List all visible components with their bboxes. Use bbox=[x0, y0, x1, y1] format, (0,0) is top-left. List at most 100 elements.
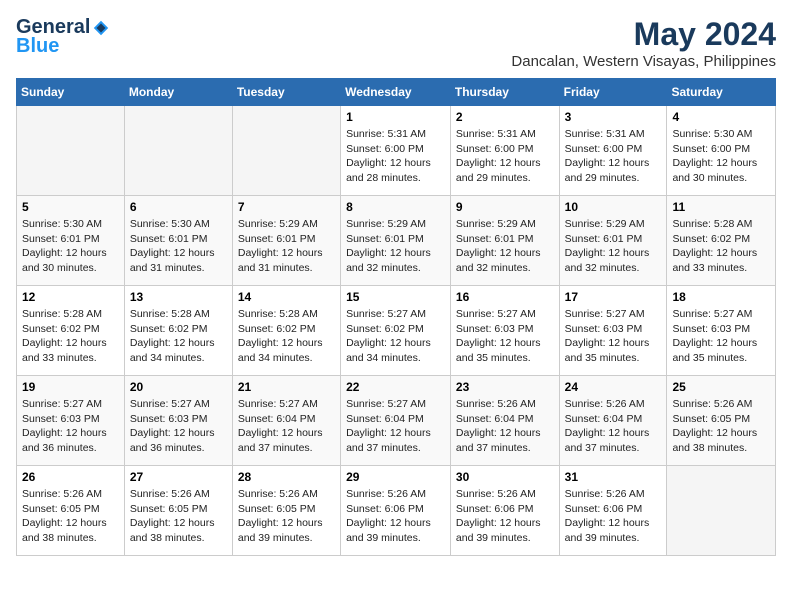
calendar-header-monday: Monday bbox=[124, 79, 232, 106]
day-info: Sunrise: 5:28 AM Sunset: 6:02 PM Dayligh… bbox=[130, 307, 227, 366]
day-info: Sunrise: 5:31 AM Sunset: 6:00 PM Dayligh… bbox=[456, 127, 554, 186]
day-number: 12 bbox=[22, 290, 119, 304]
calendar-cell: 22 Sunrise: 5:27 AM Sunset: 6:04 PM Dayli… bbox=[341, 376, 451, 466]
day-info: Sunrise: 5:26 AM Sunset: 6:06 PM Dayligh… bbox=[565, 487, 662, 546]
day-info: Sunrise: 5:29 AM Sunset: 6:01 PM Dayligh… bbox=[456, 217, 554, 276]
calendar-cell: 13Sunrise: 5:28 AM Sunset: 6:02 PM Dayli… bbox=[124, 286, 232, 376]
calendar-cell: 11 Sunrise: 5:28 AM Sunset: 6:02 PM Dayli… bbox=[667, 196, 776, 286]
day-number: 27 bbox=[130, 470, 227, 484]
calendar-cell bbox=[17, 106, 125, 196]
day-info: Sunrise: 5:26 AM Sunset: 6:06 PM Dayligh… bbox=[456, 487, 554, 546]
calendar-cell: 1Sunrise: 5:31 AM Sunset: 6:00 PM Daylig… bbox=[341, 106, 451, 196]
calendar-cell: 23Sunrise: 5:26 AM Sunset: 6:04 PM Dayli… bbox=[450, 376, 559, 466]
day-info: Sunrise: 5:26 AM Sunset: 6:05 PM Dayligh… bbox=[22, 487, 119, 546]
day-info: Sunrise: 5:31 AM Sunset: 6:00 PM Dayligh… bbox=[565, 127, 662, 186]
calendar-cell: 10 Sunrise: 5:29 AM Sunset: 6:01 PM Dayli… bbox=[559, 196, 667, 286]
calendar-cell: 19Sunrise: 5:27 AM Sunset: 6:03 PM Dayli… bbox=[17, 376, 125, 466]
day-number: 4 bbox=[672, 110, 770, 124]
day-info: Sunrise: 5:29 AM Sunset: 6:01 PM Dayligh… bbox=[238, 217, 335, 276]
calendar-header-wednesday: Wednesday bbox=[341, 79, 451, 106]
calendar-cell: 6Sunrise: 5:30 AM Sunset: 6:01 PM Daylig… bbox=[124, 196, 232, 286]
day-number: 25 bbox=[672, 380, 770, 394]
day-info: Sunrise: 5:28 AM Sunset: 6:02 PM Dayligh… bbox=[22, 307, 119, 366]
day-number: 20 bbox=[130, 380, 227, 394]
page-header: General Blue May 2024 Dancalan, Western … bbox=[16, 16, 776, 70]
day-number: 7 bbox=[238, 200, 335, 214]
calendar-cell: 15Sunrise: 5:27 AM Sunset: 6:02 PM Dayli… bbox=[341, 286, 451, 376]
calendar-cell: 7 Sunrise: 5:29 AM Sunset: 6:01 PM Daylig… bbox=[232, 196, 340, 286]
calendar-header-thursday: Thursday bbox=[450, 79, 559, 106]
day-info: Sunrise: 5:30 AM Sunset: 6:01 PM Dayligh… bbox=[22, 217, 119, 276]
calendar-cell: 21 Sunrise: 5:27 AM Sunset: 6:04 PM Dayli… bbox=[232, 376, 340, 466]
day-number: 5 bbox=[22, 200, 119, 214]
calendar-cell: 14 Sunrise: 5:28 AM Sunset: 6:02 PM Dayli… bbox=[232, 286, 340, 376]
day-info: Sunrise: 5:26 AM Sunset: 6:05 PM Dayligh… bbox=[672, 397, 770, 456]
day-number: 24 bbox=[565, 380, 662, 394]
day-number: 10 bbox=[565, 200, 662, 214]
day-number: 14 bbox=[238, 290, 335, 304]
calendar-cell bbox=[232, 106, 340, 196]
day-number: 2 bbox=[456, 110, 554, 124]
calendar-cell: 4 Sunrise: 5:30 AM Sunset: 6:00 PM Daylig… bbox=[667, 106, 776, 196]
day-info: Sunrise: 5:27 AM Sunset: 6:03 PM Dayligh… bbox=[130, 397, 227, 456]
day-number: 22 bbox=[346, 380, 445, 394]
calendar-cell: 25 Sunrise: 5:26 AM Sunset: 6:05 PM Dayli… bbox=[667, 376, 776, 466]
day-number: 23 bbox=[456, 380, 554, 394]
day-info: Sunrise: 5:27 AM Sunset: 6:04 PM Dayligh… bbox=[346, 397, 445, 456]
calendar-header-tuesday: Tuesday bbox=[232, 79, 340, 106]
title-section: May 2024 Dancalan, Western Visayas, Phil… bbox=[511, 16, 776, 70]
day-number: 3 bbox=[565, 110, 662, 124]
month-year: May 2024 bbox=[511, 16, 776, 53]
day-number: 31 bbox=[565, 470, 662, 484]
day-number: 16 bbox=[456, 290, 554, 304]
day-info: Sunrise: 5:27 AM Sunset: 6:03 PM Dayligh… bbox=[565, 307, 662, 366]
day-info: Sunrise: 5:26 AM Sunset: 6:05 PM Dayligh… bbox=[130, 487, 227, 546]
calendar-cell: 29Sunrise: 5:26 AM Sunset: 6:06 PM Dayli… bbox=[341, 466, 451, 556]
calendar-cell: 5 Sunrise: 5:30 AM Sunset: 6:01 PM Daylig… bbox=[17, 196, 125, 286]
day-info: Sunrise: 5:27 AM Sunset: 6:03 PM Dayligh… bbox=[672, 307, 770, 366]
day-info: Sunrise: 5:26 AM Sunset: 6:04 PM Dayligh… bbox=[565, 397, 662, 456]
day-info: Sunrise: 5:31 AM Sunset: 6:00 PM Dayligh… bbox=[346, 127, 445, 186]
calendar-cell bbox=[124, 106, 232, 196]
day-number: 15 bbox=[346, 290, 445, 304]
day-number: 30 bbox=[456, 470, 554, 484]
day-info: Sunrise: 5:27 AM Sunset: 6:04 PM Dayligh… bbox=[238, 397, 335, 456]
calendar-header-sunday: Sunday bbox=[17, 79, 125, 106]
day-number: 26 bbox=[22, 470, 119, 484]
day-info: Sunrise: 5:26 AM Sunset: 6:06 PM Dayligh… bbox=[346, 487, 445, 546]
calendar-header-saturday: Saturday bbox=[667, 79, 776, 106]
day-number: 21 bbox=[238, 380, 335, 394]
day-info: Sunrise: 5:30 AM Sunset: 6:00 PM Dayligh… bbox=[672, 127, 770, 186]
calendar-week-row: 19Sunrise: 5:27 AM Sunset: 6:03 PM Dayli… bbox=[17, 376, 776, 466]
calendar-cell: 28Sunrise: 5:26 AM Sunset: 6:05 PM Dayli… bbox=[232, 466, 340, 556]
day-info: Sunrise: 5:28 AM Sunset: 6:02 PM Dayligh… bbox=[672, 217, 770, 276]
logo: General Blue bbox=[16, 16, 110, 58]
calendar-cell: 24 Sunrise: 5:26 AM Sunset: 6:04 PM Dayli… bbox=[559, 376, 667, 466]
calendar-cell: 27 Sunrise: 5:26 AM Sunset: 6:05 PM Dayli… bbox=[124, 466, 232, 556]
calendar-cell: 2 Sunrise: 5:31 AM Sunset: 6:00 PM Daylig… bbox=[450, 106, 559, 196]
calendar-cell: 3 Sunrise: 5:31 AM Sunset: 6:00 PM Daylig… bbox=[559, 106, 667, 196]
logo-blue: Blue bbox=[16, 35, 59, 58]
calendar-cell: 18Sunrise: 5:27 AM Sunset: 6:03 PM Dayli… bbox=[667, 286, 776, 376]
calendar-week-row: 26 Sunrise: 5:26 AM Sunset: 6:05 PM Dayli… bbox=[17, 466, 776, 556]
day-info: Sunrise: 5:29 AM Sunset: 6:01 PM Dayligh… bbox=[565, 217, 662, 276]
calendar-week-row: 12 Sunrise: 5:28 AM Sunset: 6:02 PM Dayli… bbox=[17, 286, 776, 376]
calendar-cell: 20 Sunrise: 5:27 AM Sunset: 6:03 PM Dayli… bbox=[124, 376, 232, 466]
calendar-cell: 16 Sunrise: 5:27 AM Sunset: 6:03 PM Dayli… bbox=[450, 286, 559, 376]
calendar-header-row: SundayMondayTuesdayWednesdayThursdayFrid… bbox=[17, 79, 776, 106]
calendar-cell bbox=[667, 466, 776, 556]
calendar-week-row: 5 Sunrise: 5:30 AM Sunset: 6:01 PM Daylig… bbox=[17, 196, 776, 286]
day-info: Sunrise: 5:27 AM Sunset: 6:03 PM Dayligh… bbox=[22, 397, 119, 456]
day-number: 11 bbox=[672, 200, 770, 214]
calendar-cell: 17 Sunrise: 5:27 AM Sunset: 6:03 PM Dayli… bbox=[559, 286, 667, 376]
day-number: 17 bbox=[565, 290, 662, 304]
day-info: Sunrise: 5:29 AM Sunset: 6:01 PM Dayligh… bbox=[346, 217, 445, 276]
day-number: 28 bbox=[238, 470, 335, 484]
calendar-cell: 9Sunrise: 5:29 AM Sunset: 6:01 PM Daylig… bbox=[450, 196, 559, 286]
day-info: Sunrise: 5:27 AM Sunset: 6:03 PM Dayligh… bbox=[456, 307, 554, 366]
day-info: Sunrise: 5:28 AM Sunset: 6:02 PM Dayligh… bbox=[238, 307, 335, 366]
calendar-table: SundayMondayTuesdayWednesdayThursdayFrid… bbox=[16, 78, 776, 556]
calendar-header-friday: Friday bbox=[559, 79, 667, 106]
day-number: 6 bbox=[130, 200, 227, 214]
location: Dancalan, Western Visayas, Philippines bbox=[511, 53, 776, 70]
